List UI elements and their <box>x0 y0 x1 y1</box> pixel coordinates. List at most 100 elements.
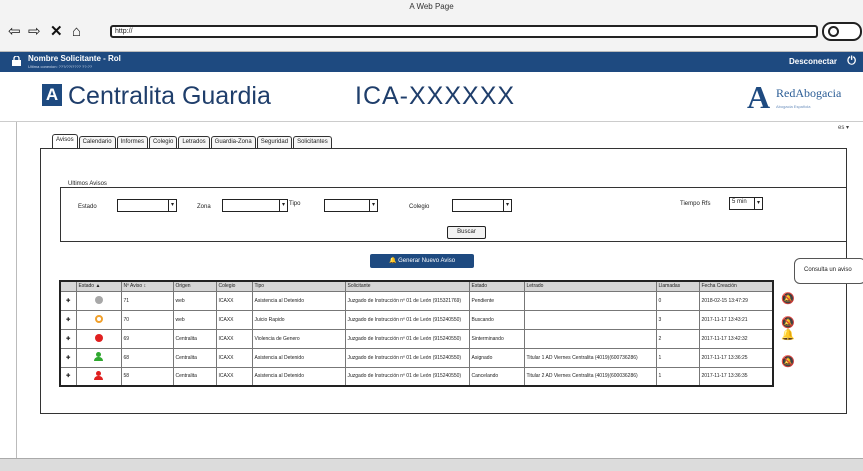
power-icon[interactable]: ⏻ <box>847 55 856 68</box>
tipo-label: Tipo <box>289 201 301 207</box>
cell-solicitante: Juzgado de Instrucción nº 01 de León (91… <box>344 309 470 330</box>
logout-link[interactable]: Desconectar <box>789 57 837 66</box>
tiempo-label: Tiempo Rfs <box>680 201 711 207</box>
cell-llamadas: 3 <box>655 309 700 330</box>
cell-colegio: ICAXX <box>215 366 253 387</box>
cell-fecha: 2018-02-15 13:47:29 <box>698 290 774 311</box>
cell-solicitante: Juzgado de Instrucción nº 01 de León (91… <box>344 290 470 311</box>
col-estado: Estado <box>468 280 525 292</box>
cell-aviso: 70 <box>120 309 174 330</box>
app-logo: A <box>42 84 62 106</box>
tab-informes[interactable]: Informes <box>116 136 148 148</box>
table-row[interactable]: ✚ 69 Centralita ICAXX Violencia de Gener… <box>59 328 774 349</box>
home-icon[interactable]: ⌂ <box>72 24 81 39</box>
cell-fecha: 2017-11-17 13:36:35 <box>698 366 774 387</box>
cell-letrado <box>523 309 657 330</box>
forward-icon[interactable]: ⇨ <box>28 24 41 39</box>
window-title: A Web Page <box>409 2 454 11</box>
colegio-select[interactable]: ▾ <box>452 199 512 212</box>
table-header-row: Estado ▲ Nº Aviso ↕ Origen Colegio Tipo … <box>59 280 774 292</box>
zona-select[interactable]: ▾ <box>222 199 288 212</box>
assistance-code: ICA-XXXXXX <box>355 82 516 110</box>
cell-solicitante: Juzgado de Instrucción nº 01 de León (91… <box>344 347 470 368</box>
alerts-table: Estado ▲ Nº Aviso ↕ Origen Colegio Tipo … <box>59 280 774 387</box>
redabogacia-logo: A <box>747 79 771 115</box>
tipo-select[interactable]: ▾ <box>324 199 378 212</box>
search-button[interactable]: Buscar <box>447 226 486 239</box>
cell-estado: Sinterminando <box>468 328 525 349</box>
cell-origen: Centralita <box>172 328 217 349</box>
expand-icon[interactable]: ✚ <box>59 309 77 330</box>
expand-icon[interactable]: ✚ <box>59 347 77 368</box>
app-topbar: Nombre Solicitante - Rol Ultima conexion… <box>0 52 863 72</box>
table-row[interactable]: ✚ 68 Centralita ICAXX Asistencia al Dete… <box>59 347 774 368</box>
cell-tipo: Violencia de Genero <box>251 328 346 349</box>
cell-estado: Asignado <box>468 347 525 368</box>
close-icon[interactable]: ✕ <box>50 24 63 39</box>
user-last-connection: Ultima conexion: ???/??/???? ??:?? <box>28 64 93 69</box>
table-row[interactable]: ✚ 71 web ICAXX Asistencia al Detenido Ju… <box>59 290 774 311</box>
search-icon <box>828 26 839 37</box>
cell-aviso: 58 <box>120 366 174 387</box>
lock-icon <box>12 56 21 66</box>
tiempo-select[interactable]: 5 min ▾ <box>729 197 763 210</box>
cell-estado: Cancelando <box>468 366 525 387</box>
cell-llamadas: 1 <box>655 347 700 368</box>
person-icon <box>75 347 122 368</box>
tab-seguridad[interactable]: Seguridad <box>256 136 293 148</box>
cell-aviso: 71 <box>120 290 174 311</box>
bell-off-icon[interactable]: 🔕 <box>781 355 795 368</box>
back-icon[interactable]: ⇦ <box>8 24 21 39</box>
col-aviso[interactable]: Nº Aviso ↕ <box>120 280 174 292</box>
colegio-label: Colegio <box>409 204 430 210</box>
cell-fecha: 2017-11-17 13:42:32 <box>698 328 774 349</box>
cell-colegio: ICAXX <box>215 328 253 349</box>
cell-llamadas: 1 <box>655 366 700 387</box>
cell-tipo: Asistencia al Detenido <box>251 347 346 368</box>
tab-calendario[interactable]: Calendario <box>78 136 116 148</box>
new-alert-button[interactable]: 🔔 Generar Nuevo Aviso <box>370 254 474 268</box>
browser-search[interactable] <box>822 22 862 41</box>
cell-solicitante: Juzgado de Instrucción nº 01 de León (91… <box>344 328 470 349</box>
expand-icon[interactable]: ✚ <box>59 366 77 387</box>
chevron-down-icon: ▾ <box>503 200 511 211</box>
tab-guardia-zona[interactable]: Guardia-Zona <box>210 136 256 148</box>
cell-estado: Buscando <box>468 309 525 330</box>
tab-bar: Avisos Calendario Informes Colegio Letra… <box>52 134 333 148</box>
status-icon <box>75 328 122 349</box>
app-title: Centralita Guardia <box>68 82 271 110</box>
estado-select[interactable]: ▾ <box>117 199 177 212</box>
expand-icon[interactable]: ✚ <box>59 290 77 311</box>
chevron-down-icon: ▾ <box>168 200 176 211</box>
col-colegio: Colegio <box>215 280 253 292</box>
col-letrado: Letrado <box>523 280 657 292</box>
url-bar[interactable]: http:// <box>110 25 818 38</box>
tab-solicitantes[interactable]: Solicitantes <box>293 136 332 148</box>
cell-fecha: 2017-11-17 13:43:21 <box>698 309 774 330</box>
cell-tipo: Juicio Rapido <box>251 309 346 330</box>
cell-origen: Centralita <box>172 366 217 387</box>
language-selector[interactable]: es ▾ <box>838 124 849 131</box>
col-tipo: Tipo <box>251 280 346 292</box>
cell-letrado <box>523 290 657 311</box>
chevron-down-icon: ▾ <box>279 200 287 211</box>
col-estado-icon[interactable]: Estado ▲ <box>75 280 122 292</box>
bell-off-icon[interactable]: 🔕 <box>781 292 795 305</box>
cell-llamadas: 2 <box>655 328 700 349</box>
tab-letrados[interactable]: Letrados <box>178 136 210 148</box>
table-row[interactable]: ✚ 58 Centralita ICAXX Asistencia al Dete… <box>59 366 774 387</box>
tab-colegio[interactable]: Colegio <box>148 136 178 148</box>
expand-icon[interactable]: ✚ <box>59 328 77 349</box>
table-row[interactable]: ✚ 70 web ICAXX Juicio Rapido Juzgado de … <box>59 309 774 330</box>
person-cancel-icon <box>75 366 122 387</box>
chevron-down-icon: ▾ <box>754 198 762 209</box>
footer-bar <box>0 458 863 471</box>
cell-origen: Centralita <box>172 347 217 368</box>
zona-label: Zona <box>197 204 211 210</box>
bell-icon[interactable]: 🔔 <box>781 328 795 341</box>
tooltip: Consulta un aviso <box>794 258 863 284</box>
estado-label: Estado <box>78 204 97 210</box>
new-alert-label: Generar Nuevo Aviso <box>398 258 456 264</box>
tab-avisos[interactable]: Avisos <box>52 134 78 148</box>
chevron-down-icon: ▾ <box>369 200 377 211</box>
